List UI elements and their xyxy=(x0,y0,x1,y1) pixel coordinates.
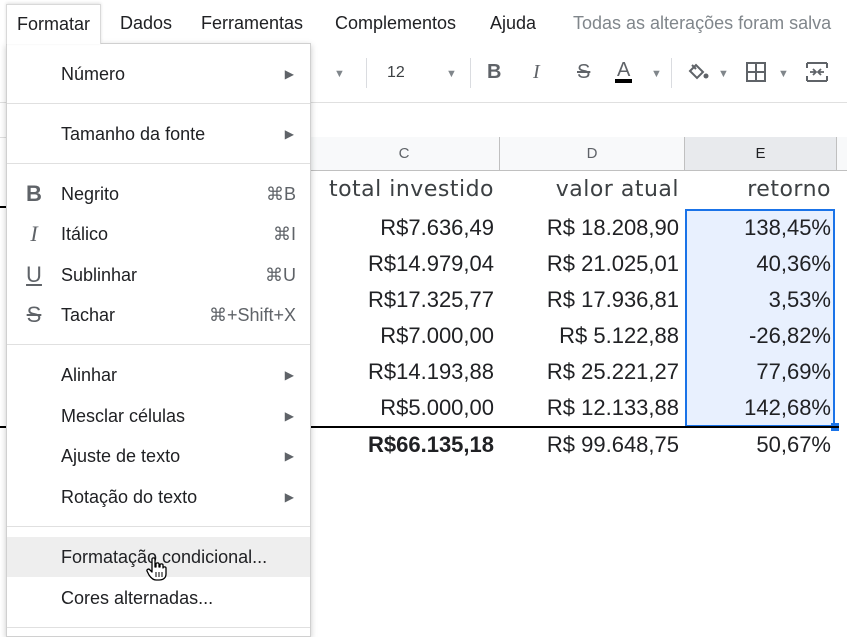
save-status: Todas as alterações foram salva xyxy=(573,13,832,33)
italic-icon: I xyxy=(30,221,38,246)
font-dropdown-arrow-icon[interactable]: ▼ xyxy=(334,68,345,80)
menu-item-label: Mesclar células xyxy=(61,406,186,426)
menu-dados[interactable]: Dados xyxy=(120,13,172,34)
column-header-c[interactable]: C xyxy=(309,137,500,171)
font-size-select[interactable]: 12 xyxy=(387,64,405,82)
column-header-f[interactable] xyxy=(837,137,847,171)
submenu-arrow-icon: ▶ xyxy=(284,127,294,141)
shortcut-label: ⌘U xyxy=(265,265,296,285)
menu-bar: Formatar Dados Ferramentas Complementos … xyxy=(0,0,847,44)
bold-button[interactable]: B xyxy=(487,61,501,84)
submenu-arrow-icon: ▶ xyxy=(284,67,294,81)
menu-divider xyxy=(7,627,310,628)
cell-e[interactable]: 142,68% xyxy=(685,390,837,426)
menu-divider xyxy=(7,163,310,164)
bold-icon: B xyxy=(26,181,42,206)
submenu-arrow-icon: ▶ xyxy=(284,409,294,423)
borders-icon[interactable] xyxy=(745,61,767,89)
menu-item-label: Sublinhar xyxy=(61,265,138,285)
menu-item-tamanho-fonte[interactable]: Tamanho da fonte ▶ xyxy=(7,114,310,154)
toolbar-divider xyxy=(671,58,672,88)
cell-c[interactable]: R$14.979,04 xyxy=(309,246,500,282)
hand-cursor-icon xyxy=(146,557,168,586)
strikethrough-button[interactable]: S xyxy=(577,61,590,84)
total-valor-atual[interactable]: R$ 99.648,75 xyxy=(500,427,685,463)
menu-item-negrito[interactable]: B Negrito ⌘B xyxy=(7,174,310,214)
menu-ajuda[interactable]: Ajuda xyxy=(490,13,536,34)
menu-divider xyxy=(7,103,310,104)
menu-item-alinhar[interactable]: Alinhar ▶ xyxy=(7,355,310,395)
menu-item-mesclar[interactable]: Mesclar células ▶ xyxy=(7,396,310,436)
cell-c[interactable]: R$5.000,00 xyxy=(309,390,500,426)
menu-item-sublinhar[interactable]: U Sublinhar ⌘U xyxy=(7,255,310,295)
header-total-investido[interactable]: total investido xyxy=(309,172,500,208)
underline-icon: U xyxy=(26,262,42,287)
toolbar-divider xyxy=(366,58,367,88)
fill-color-arrow-icon[interactable]: ▼ xyxy=(718,68,729,80)
fill-color-icon[interactable] xyxy=(686,61,710,89)
cell-c[interactable]: R$7.000,00 xyxy=(309,318,500,354)
menu-item-tachar[interactable]: S Tachar ⌘+Shift+X xyxy=(7,295,310,335)
format-menu: Número ▶ Tamanho da fonte ▶ B Negrito ⌘B… xyxy=(6,43,311,637)
menu-item-label: Cores alternadas... xyxy=(61,588,214,608)
text-color-button[interactable]: A xyxy=(615,60,633,83)
menu-item-label: Tamanho da fonte xyxy=(61,124,206,144)
menu-item-label: Ajuste de texto xyxy=(61,446,181,466)
cell-e[interactable]: 40,36% xyxy=(685,246,837,282)
cell-d[interactable]: R$ 12.133,88 xyxy=(500,390,685,426)
menu-item-label: Itálico xyxy=(61,224,109,244)
menu-item-numero[interactable]: Número ▶ xyxy=(7,54,310,94)
menu-complementos[interactable]: Complementos xyxy=(335,13,456,34)
strikethrough-icon: S xyxy=(26,302,42,327)
submenu-arrow-icon: ▶ xyxy=(284,368,294,382)
menu-formatar[interactable]: Formatar xyxy=(6,4,102,44)
menu-divider xyxy=(7,344,310,345)
menu-item-label: Alinhar xyxy=(61,365,118,385)
cell-c[interactable]: R$7.636,49 xyxy=(309,210,500,246)
merge-cells-icon[interactable] xyxy=(805,61,829,89)
cell-c[interactable]: R$17.325,77 xyxy=(309,282,500,318)
menu-divider xyxy=(7,526,310,527)
menu-item-rotacao[interactable]: Rotação do texto ▶ xyxy=(7,477,310,517)
menu-ferramentas[interactable]: Ferramentas xyxy=(201,13,303,34)
shortcut-label: ⌘B xyxy=(265,184,296,204)
column-header-e[interactable]: E xyxy=(685,137,837,171)
header-retorno[interactable]: retorno xyxy=(685,172,837,208)
cell-d[interactable]: R$ 18.208,90 xyxy=(500,210,685,246)
menu-item-italico[interactable]: I Itálico ⌘I xyxy=(7,214,310,254)
shortcut-label: ⌘+Shift+X xyxy=(208,305,296,325)
menu-item-label: Número xyxy=(61,64,126,84)
italic-button[interactable]: I xyxy=(533,61,540,84)
text-color-arrow-icon[interactable]: ▼ xyxy=(651,68,662,80)
submenu-arrow-icon: ▶ xyxy=(284,490,294,504)
cell-c[interactable]: R$14.193,88 xyxy=(309,354,500,390)
shortcut-label: ⌘I xyxy=(272,224,296,244)
total-retorno[interactable]: 50,67% xyxy=(685,427,837,463)
menu-item-label: Rotação do texto xyxy=(61,487,198,507)
cell-e[interactable]: 77,69% xyxy=(685,354,837,390)
cell-d[interactable]: R$ 21.025,01 xyxy=(500,246,685,282)
cell-e[interactable]: 3,53% xyxy=(685,282,837,318)
cell-e[interactable]: -26,82% xyxy=(685,318,837,354)
cell-d[interactable]: R$ 17.936,81 xyxy=(500,282,685,318)
menu-item-label: Negrito xyxy=(61,184,120,204)
header-valor-atual[interactable]: valor atual xyxy=(500,172,685,208)
submenu-arrow-icon: ▶ xyxy=(284,449,294,463)
cell-d[interactable]: R$ 25.221,27 xyxy=(500,354,685,390)
menu-item-ajuste-texto[interactable]: Ajuste de texto ▶ xyxy=(7,436,310,476)
total-investido[interactable]: R$66.135,18 xyxy=(309,427,500,463)
cell-e[interactable]: 138,45% xyxy=(685,210,837,246)
column-header-d[interactable]: D xyxy=(500,137,685,171)
cell-d[interactable]: R$ 5.122,88 xyxy=(500,318,685,354)
borders-arrow-icon[interactable]: ▼ xyxy=(778,68,789,80)
toolbar-divider xyxy=(470,58,471,88)
menu-item-label: Tachar xyxy=(61,305,116,325)
font-size-arrow-icon[interactable]: ▼ xyxy=(446,68,457,80)
